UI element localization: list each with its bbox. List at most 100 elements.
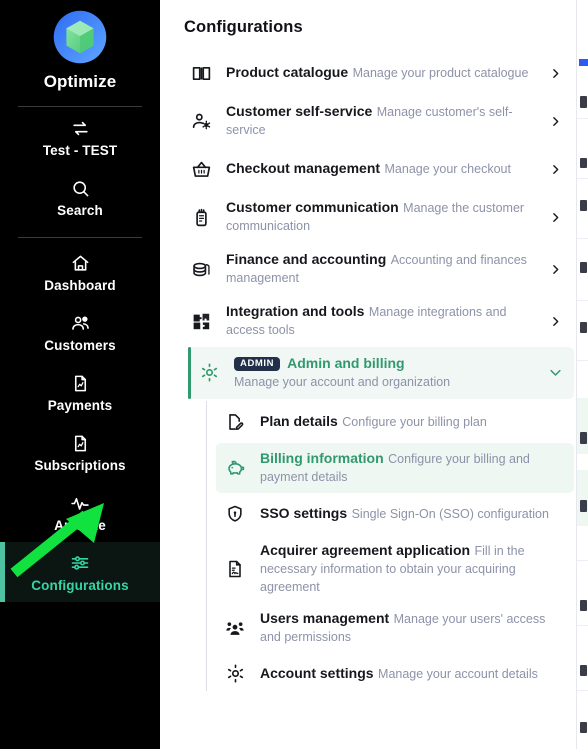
- config-title: Customer communication: [226, 199, 399, 215]
- config-title: Users management: [260, 609, 390, 626]
- config-text: Integration and tools Manage integration…: [226, 303, 534, 339]
- config-row-admin-billing[interactable]: ADMIN Admin and billing Manage your acco…: [188, 347, 574, 399]
- sidebar-item-customers[interactable]: Customers: [0, 302, 160, 362]
- home-icon: [71, 253, 90, 273]
- sliver-divider: [577, 560, 588, 561]
- config-subrow-acquirer-agreement[interactable]: Acquirer agreement application Fill in t…: [216, 535, 574, 603]
- sliver-divider: [577, 360, 588, 361]
- brand: Optimize: [0, 0, 160, 96]
- config-title: Product catalogue: [226, 64, 349, 80]
- sidebar-item-account[interactable]: Test - TEST: [0, 107, 160, 167]
- document-chart-icon: [71, 433, 90, 453]
- chevron-right-icon[interactable]: [546, 163, 564, 176]
- config-subrow-plan-details[interactable]: Plan details Configure your billing plan: [216, 401, 574, 443]
- users-group-icon: [222, 618, 248, 638]
- config-row-customer-self-service[interactable]: Customer self-service Manage customer's …: [184, 95, 574, 147]
- config-row-customer-communication[interactable]: Customer communication Manage the custom…: [184, 191, 574, 243]
- chevron-right-icon[interactable]: [546, 211, 564, 224]
- config-subrow-sso-settings[interactable]: SSO settings Single Sign-On (SSO) config…: [216, 493, 574, 535]
- sidebar-item-label: Subscriptions: [34, 458, 126, 473]
- sliver-highlight: [577, 470, 588, 526]
- sliver-text-fragment: [580, 600, 587, 611]
- sidebar-item-dashboard[interactable]: Dashboard: [0, 242, 160, 302]
- config-title: Account settings: [260, 664, 374, 681]
- sidebar-item-payments[interactable]: Payments: [0, 362, 160, 422]
- puzzle-icon: [188, 311, 214, 332]
- sliver-text-fragment: [580, 262, 587, 273]
- search-label: Search: [57, 203, 103, 218]
- config-subrow-account-settings[interactable]: Account settings Manage your account det…: [216, 653, 574, 695]
- sidebar-item-label: Customers: [44, 338, 116, 353]
- config-row-finance-accounting[interactable]: Finance and accounting Accounting and fi…: [184, 243, 574, 295]
- pulse-icon: [69, 493, 91, 513]
- main-content: Configurations Product catalogue Manage …: [160, 0, 588, 749]
- config-text: Acquirer agreement application Fill in t…: [260, 542, 566, 596]
- brand-name: Optimize: [43, 72, 117, 91]
- coins-icon: [188, 259, 214, 280]
- sliver-text-fragment: [580, 500, 587, 512]
- sidebar-item-analyze[interactable]: Analyze: [0, 482, 160, 542]
- config-text: Users management Manage your users' acce…: [260, 610, 566, 646]
- sidebar-item-label: Configurations: [31, 578, 129, 593]
- sliver-text-fragment: [580, 158, 587, 168]
- sidebar-item-label: Dashboard: [44, 278, 116, 293]
- config-row-integration-tools[interactable]: Integration and tools Manage integration…: [184, 295, 574, 347]
- config-text: Customer communication Manage the custom…: [226, 199, 534, 235]
- config-row-checkout-management[interactable]: Checkout management Manage your checkout: [184, 147, 574, 191]
- sliver-text-fragment: [580, 96, 587, 108]
- sidebar-item-search[interactable]: Search: [0, 167, 160, 227]
- transfer-arrows-icon: [71, 118, 90, 138]
- sidebar-item-label: Payments: [47, 398, 113, 413]
- users-icon: [70, 313, 91, 333]
- configurations-list: Product catalogue Manage your product ca…: [184, 51, 574, 695]
- basket-icon: [188, 159, 214, 180]
- search-icon: [71, 178, 90, 198]
- config-title: Finance and accounting: [226, 251, 387, 267]
- config-title: Billing information: [260, 449, 384, 466]
- config-text: Finance and accounting Accounting and fi…: [226, 251, 534, 287]
- sidebar-item-subscriptions[interactable]: Subscriptions: [0, 422, 160, 482]
- config-text: ADMIN Admin and billing Manage your acco…: [234, 355, 534, 391]
- admin-sub-list: Plan details Configure your billing plan: [184, 400, 574, 695]
- admin-title-text: Admin and billing: [287, 355, 405, 371]
- chevron-right-icon[interactable]: [546, 67, 564, 80]
- config-subtitle: Single Sign-On (SSO) configuration: [351, 506, 549, 521]
- sliders-icon: [70, 553, 90, 573]
- app-window: Optimize Test - TEST Search Dashboard Cu…: [0, 0, 588, 749]
- sliver-text-fragment: [580, 432, 587, 444]
- chevron-right-icon[interactable]: [546, 115, 564, 128]
- config-text: Plan details Configure your billing plan: [260, 413, 566, 431]
- status-badge-admin: ADMIN: [234, 356, 281, 371]
- config-subtitle: Manage your product catalogue: [352, 66, 529, 80]
- shield-key-icon: [222, 504, 248, 524]
- config-subrow-billing-information[interactable]: Billing information Configure your billi…: [216, 442, 574, 493]
- config-text: SSO settings Single Sign-On (SSO) config…: [260, 505, 566, 523]
- config-title: Plan details: [260, 412, 338, 429]
- config-subtitle: Manage your account details: [378, 666, 538, 681]
- config-subrow-users-management[interactable]: Users management Manage your users' acce…: [216, 603, 574, 653]
- sliver-divider: [577, 178, 588, 179]
- sliver-text-fragment: [580, 200, 587, 211]
- sliver-divider: [577, 625, 588, 626]
- sliver-text-fragment: [580, 665, 587, 676]
- config-subtitle: Manage your account and organization: [234, 374, 451, 389]
- document-chart-icon: [71, 373, 90, 393]
- config-text: Checkout management Manage your checkout: [226, 160, 534, 178]
- page-title: Configurations: [184, 18, 303, 36]
- chevron-down-icon[interactable]: [546, 365, 564, 380]
- document-signature-icon: [222, 559, 248, 579]
- sidebar-item-configurations[interactable]: Configurations: [0, 542, 160, 602]
- chevron-right-icon[interactable]: [546, 263, 564, 276]
- sliver-text-fragment: [580, 322, 587, 333]
- user-gear-icon: [188, 111, 214, 132]
- sliver-divider: [577, 690, 588, 691]
- config-subtitle: Manage your checkout: [384, 162, 511, 176]
- config-text: Account settings Manage your account det…: [260, 665, 566, 683]
- gear-icon: [196, 362, 222, 383]
- optimize-logo-icon: [51, 8, 109, 66]
- config-row-product-catalogue[interactable]: Product catalogue Manage your product ca…: [184, 51, 574, 95]
- chevron-right-icon[interactable]: [546, 315, 564, 328]
- config-text: Product catalogue Manage your product ca…: [226, 64, 534, 82]
- config-text: Billing information Configure your billi…: [260, 450, 566, 486]
- config-title: SSO settings: [260, 504, 348, 521]
